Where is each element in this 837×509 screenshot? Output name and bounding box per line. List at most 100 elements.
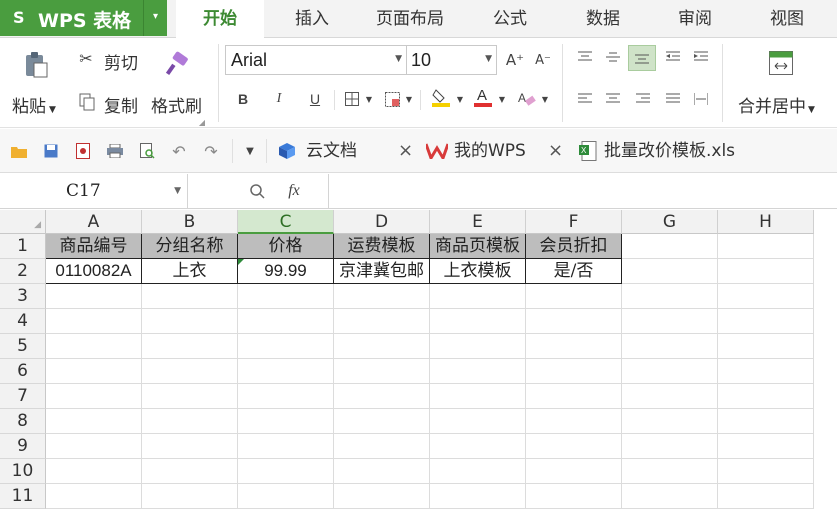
name-box-dropdown-icon[interactable]: ▼ [174, 174, 181, 208]
cell-a1[interactable]: 商品编号 [46, 234, 142, 259]
cell-b10[interactable] [142, 459, 238, 484]
row-header-2[interactable]: 2 [0, 259, 46, 284]
borders-icon[interactable] [342, 88, 362, 110]
font-color-icon[interactable]: A [472, 84, 494, 110]
tab-page-layout[interactable]: 页面布局 [368, 0, 452, 38]
font-color-dropdown-icon[interactable]: ▼ [497, 92, 507, 106]
column-header-c[interactable]: C [238, 210, 334, 234]
bold-button[interactable]: B [232, 88, 254, 110]
font-name-select[interactable]: Arial ▼ [225, 45, 407, 75]
cell-e2[interactable]: 上衣模板 [430, 259, 526, 284]
row-header-3[interactable]: 3 [0, 284, 46, 309]
cell-f9[interactable] [526, 434, 622, 459]
cell-c3[interactable] [238, 284, 334, 309]
cell-g5[interactable] [622, 334, 718, 359]
cell-g1[interactable] [622, 234, 718, 259]
format-painter-button[interactable]: 格式刷 [151, 92, 202, 117]
cell-b6[interactable] [142, 359, 238, 384]
cell-f3[interactable] [526, 284, 622, 309]
cell-a6[interactable] [46, 359, 142, 384]
cell-e6[interactable] [430, 359, 526, 384]
cell-a10[interactable] [46, 459, 142, 484]
cell-h10[interactable] [718, 459, 814, 484]
cell-c10[interactable] [238, 459, 334, 484]
cell-c4[interactable] [238, 309, 334, 334]
paste-icon[interactable] [22, 50, 50, 80]
cell-e5[interactable] [430, 334, 526, 359]
row-header-8[interactable]: 8 [0, 409, 46, 434]
cell-g10[interactable] [622, 459, 718, 484]
cell-f1[interactable]: 会员折扣 [526, 234, 622, 259]
align-middle-icon[interactable] [604, 48, 622, 66]
clear-format-dropdown-icon[interactable]: ▼ [540, 92, 550, 106]
cell-b8[interactable] [142, 409, 238, 434]
cell-h3[interactable] [718, 284, 814, 309]
cell-h11[interactable] [718, 484, 814, 509]
cut-button[interactable]: 剪切 [104, 49, 138, 74]
paste-button[interactable]: 粘贴 ▼ [12, 92, 56, 117]
cell-b3[interactable] [142, 284, 238, 309]
cell-a7[interactable] [46, 384, 142, 409]
redo-icon[interactable]: ↷ [202, 142, 220, 161]
cell-f6[interactable] [526, 359, 622, 384]
cell-e1[interactable]: 商品页模板 [430, 234, 526, 259]
doc-tab-mywps[interactable]: 我的WPS × [424, 129, 570, 173]
cell-e3[interactable] [430, 284, 526, 309]
row-header-6[interactable]: 6 [0, 359, 46, 384]
close-icon[interactable]: × [548, 129, 563, 173]
print-icon[interactable] [106, 142, 124, 160]
format-painter-icon[interactable] [164, 50, 192, 78]
cell-b9[interactable] [142, 434, 238, 459]
cell-d3[interactable] [334, 284, 430, 309]
row-header-1[interactable]: 1 [0, 234, 46, 259]
shrink-font-icon[interactable]: A⁻ [532, 50, 554, 70]
cell-g4[interactable] [622, 309, 718, 334]
cell-c11[interactable] [238, 484, 334, 509]
align-bottom-icon[interactable] [628, 45, 656, 71]
cell-a11[interactable] [46, 484, 142, 509]
cell-style-dropdown-icon[interactable]: ▼ [404, 92, 414, 106]
fill-color-dropdown-icon[interactable]: ▼ [455, 92, 465, 106]
align-left-icon[interactable] [576, 90, 594, 108]
select-all-corner[interactable]: ◢ [0, 210, 46, 234]
doc-tab-cloud[interactable]: 云文档 × [276, 129, 416, 173]
cell-g3[interactable] [622, 284, 718, 309]
cell-e4[interactable] [430, 309, 526, 334]
cell-d2[interactable]: 京津冀包邮 [334, 259, 430, 284]
merge-center-icon[interactable] [768, 50, 794, 76]
cell-b1[interactable]: 分组名称 [142, 234, 238, 259]
cell-h4[interactable] [718, 309, 814, 334]
fill-color-icon[interactable] [430, 86, 452, 110]
clear-format-icon[interactable]: A [516, 88, 538, 110]
formula-input[interactable] [330, 174, 837, 208]
row-header-10[interactable]: 10 [0, 459, 46, 484]
justify-icon[interactable] [664, 90, 682, 108]
cell-h6[interactable] [718, 359, 814, 384]
cell-h9[interactable] [718, 434, 814, 459]
cell-c9[interactable] [238, 434, 334, 459]
app-dropdown-icon[interactable]: ▾ [143, 0, 167, 36]
zoom-function-icon[interactable] [248, 182, 266, 200]
decrease-indent-icon[interactable] [664, 48, 682, 66]
row-header-4[interactable]: 4 [0, 309, 46, 334]
cell-style-icon[interactable] [382, 88, 402, 110]
column-header-e[interactable]: E [430, 210, 526, 234]
column-header-g[interactable]: G [622, 210, 718, 234]
cell-d11[interactable] [334, 484, 430, 509]
align-center-icon[interactable] [604, 90, 622, 108]
cell-e8[interactable] [430, 409, 526, 434]
copy-button[interactable]: 复制 [104, 92, 138, 117]
cell-f7[interactable] [526, 384, 622, 409]
merge-center-button[interactable]: 合并居中 ▼ [738, 92, 815, 117]
print-preview-icon[interactable] [138, 142, 156, 160]
clipboard-expand-icon[interactable]: ◢ [198, 118, 206, 127]
row-header-5[interactable]: 5 [0, 334, 46, 359]
column-header-a[interactable]: A [46, 210, 142, 234]
column-header-d[interactable]: D [334, 210, 430, 234]
increase-indent-icon[interactable] [692, 48, 710, 66]
column-header-b[interactable]: B [142, 210, 238, 234]
cell-h7[interactable] [718, 384, 814, 409]
cell-b2[interactable]: 上衣 [142, 259, 238, 284]
name-box[interactable]: C17 ▼ [0, 174, 188, 208]
cell-d4[interactable] [334, 309, 430, 334]
